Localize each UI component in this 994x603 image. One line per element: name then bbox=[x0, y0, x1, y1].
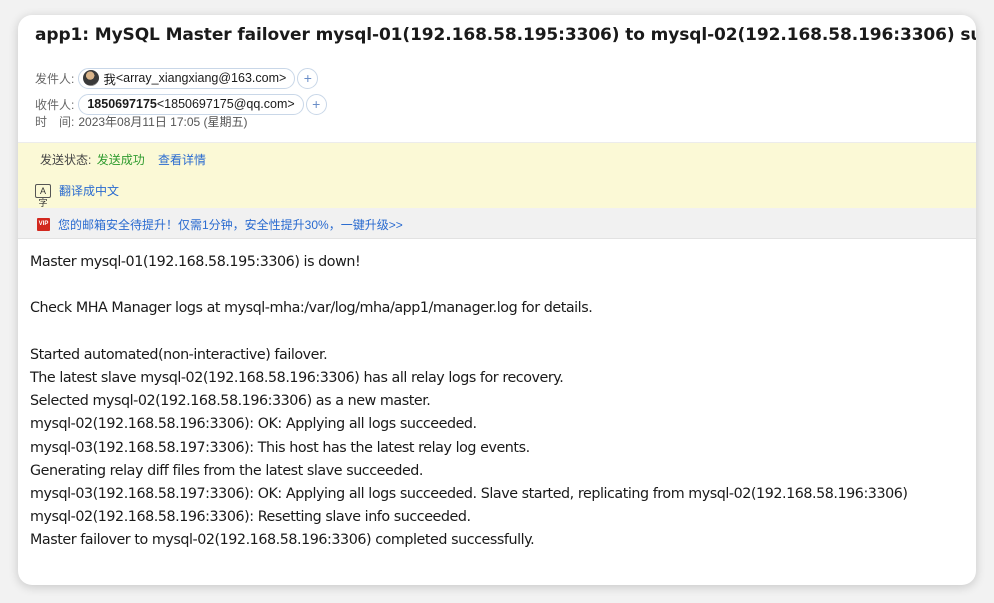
avatar bbox=[83, 70, 100, 86]
time-row: 时 间: 2023年08月11日 17:05 (星期五) bbox=[35, 110, 248, 132]
email-reader: app1: MySQL Master failover mysql-01(192… bbox=[18, 15, 976, 585]
time-value: 2023年08月11日 17:05 (星期五) bbox=[78, 114, 248, 129]
time-label: 时 间: bbox=[35, 114, 75, 129]
sender-label: 发件人: bbox=[35, 71, 75, 86]
body-line: Started automated(non-interactive) failo… bbox=[30, 346, 328, 363]
vip-message: 您的邮箱安全待提升！仅需1分钟，安全性提升30%，一键升级>> bbox=[58, 218, 403, 232]
recipient-name: 1850697175 bbox=[87, 97, 157, 111]
send-status: 发送状态: 发送成功 查看详情 bbox=[40, 151, 206, 168]
sender-row: 发件人: 我 <array_xiangxiang@163.com> + bbox=[35, 67, 319, 89]
view-details-link[interactable]: 查看详情 bbox=[158, 153, 206, 167]
body-line: Selected mysql-02(192.168.58.196:3306) a… bbox=[30, 393, 431, 410]
body-line: mysql-03(192.168.58.197:3306): This host… bbox=[30, 439, 530, 456]
translate-link[interactable]: A字 翻译成中文 bbox=[35, 182, 120, 208]
send-status-label: 发送状态: bbox=[40, 153, 92, 167]
body-line: mysql-03(192.168.58.197:3306): OK: Apply… bbox=[30, 485, 908, 502]
vip-icon: VIP bbox=[37, 218, 50, 231]
body-line: mysql-02(192.168.58.196:3306): OK: Apply… bbox=[30, 416, 477, 433]
body-line: mysql-02(192.168.58.196:3306): Resetting… bbox=[30, 509, 471, 526]
body-line: Check MHA Manager logs at mysql-mha:/var… bbox=[30, 300, 593, 317]
body-line: Generating relay diff files from the lat… bbox=[30, 462, 424, 479]
add-sender-contact-button[interactable]: + bbox=[297, 67, 319, 89]
sender-name: 我 bbox=[103, 72, 116, 87]
translate-label: 翻译成中文 bbox=[59, 184, 120, 198]
send-status-value: 发送成功 bbox=[96, 153, 145, 167]
body-line: Master failover to mysql-02(192.168.58.1… bbox=[30, 532, 535, 549]
email-subject: app1: MySQL Master failover mysql-01(192… bbox=[35, 25, 976, 45]
body-line: Master mysql-01(192.168.58.195:3306) is … bbox=[30, 254, 361, 270]
vip-upgrade-link[interactable]: VIP 您的邮箱安全待提升！仅需1分钟，安全性提升30%，一键升级>> bbox=[37, 216, 403, 233]
add-recipient-contact-button[interactable]: + bbox=[305, 93, 327, 115]
recipient-address: <1850697175@qq.com> bbox=[156, 97, 295, 111]
sender-address: <array_xiangxiang@163.com> bbox=[115, 71, 287, 85]
sender-pill[interactable]: 我 <array_xiangxiang@163.com> bbox=[78, 67, 296, 89]
email-body: Master mysql-01(192.168.58.195:3306) is … bbox=[30, 251, 908, 552]
status-bar: 发送状态: 发送成功 查看详情 A字 翻译成中文 bbox=[18, 142, 976, 208]
vip-bar: VIP 您的邮箱安全待提升！仅需1分钟，安全性提升30%，一键升级>> bbox=[18, 208, 976, 239]
body-line: The latest slave mysql-02(192.168.58.196… bbox=[30, 369, 564, 386]
translate-icon: A字 bbox=[35, 183, 51, 208]
